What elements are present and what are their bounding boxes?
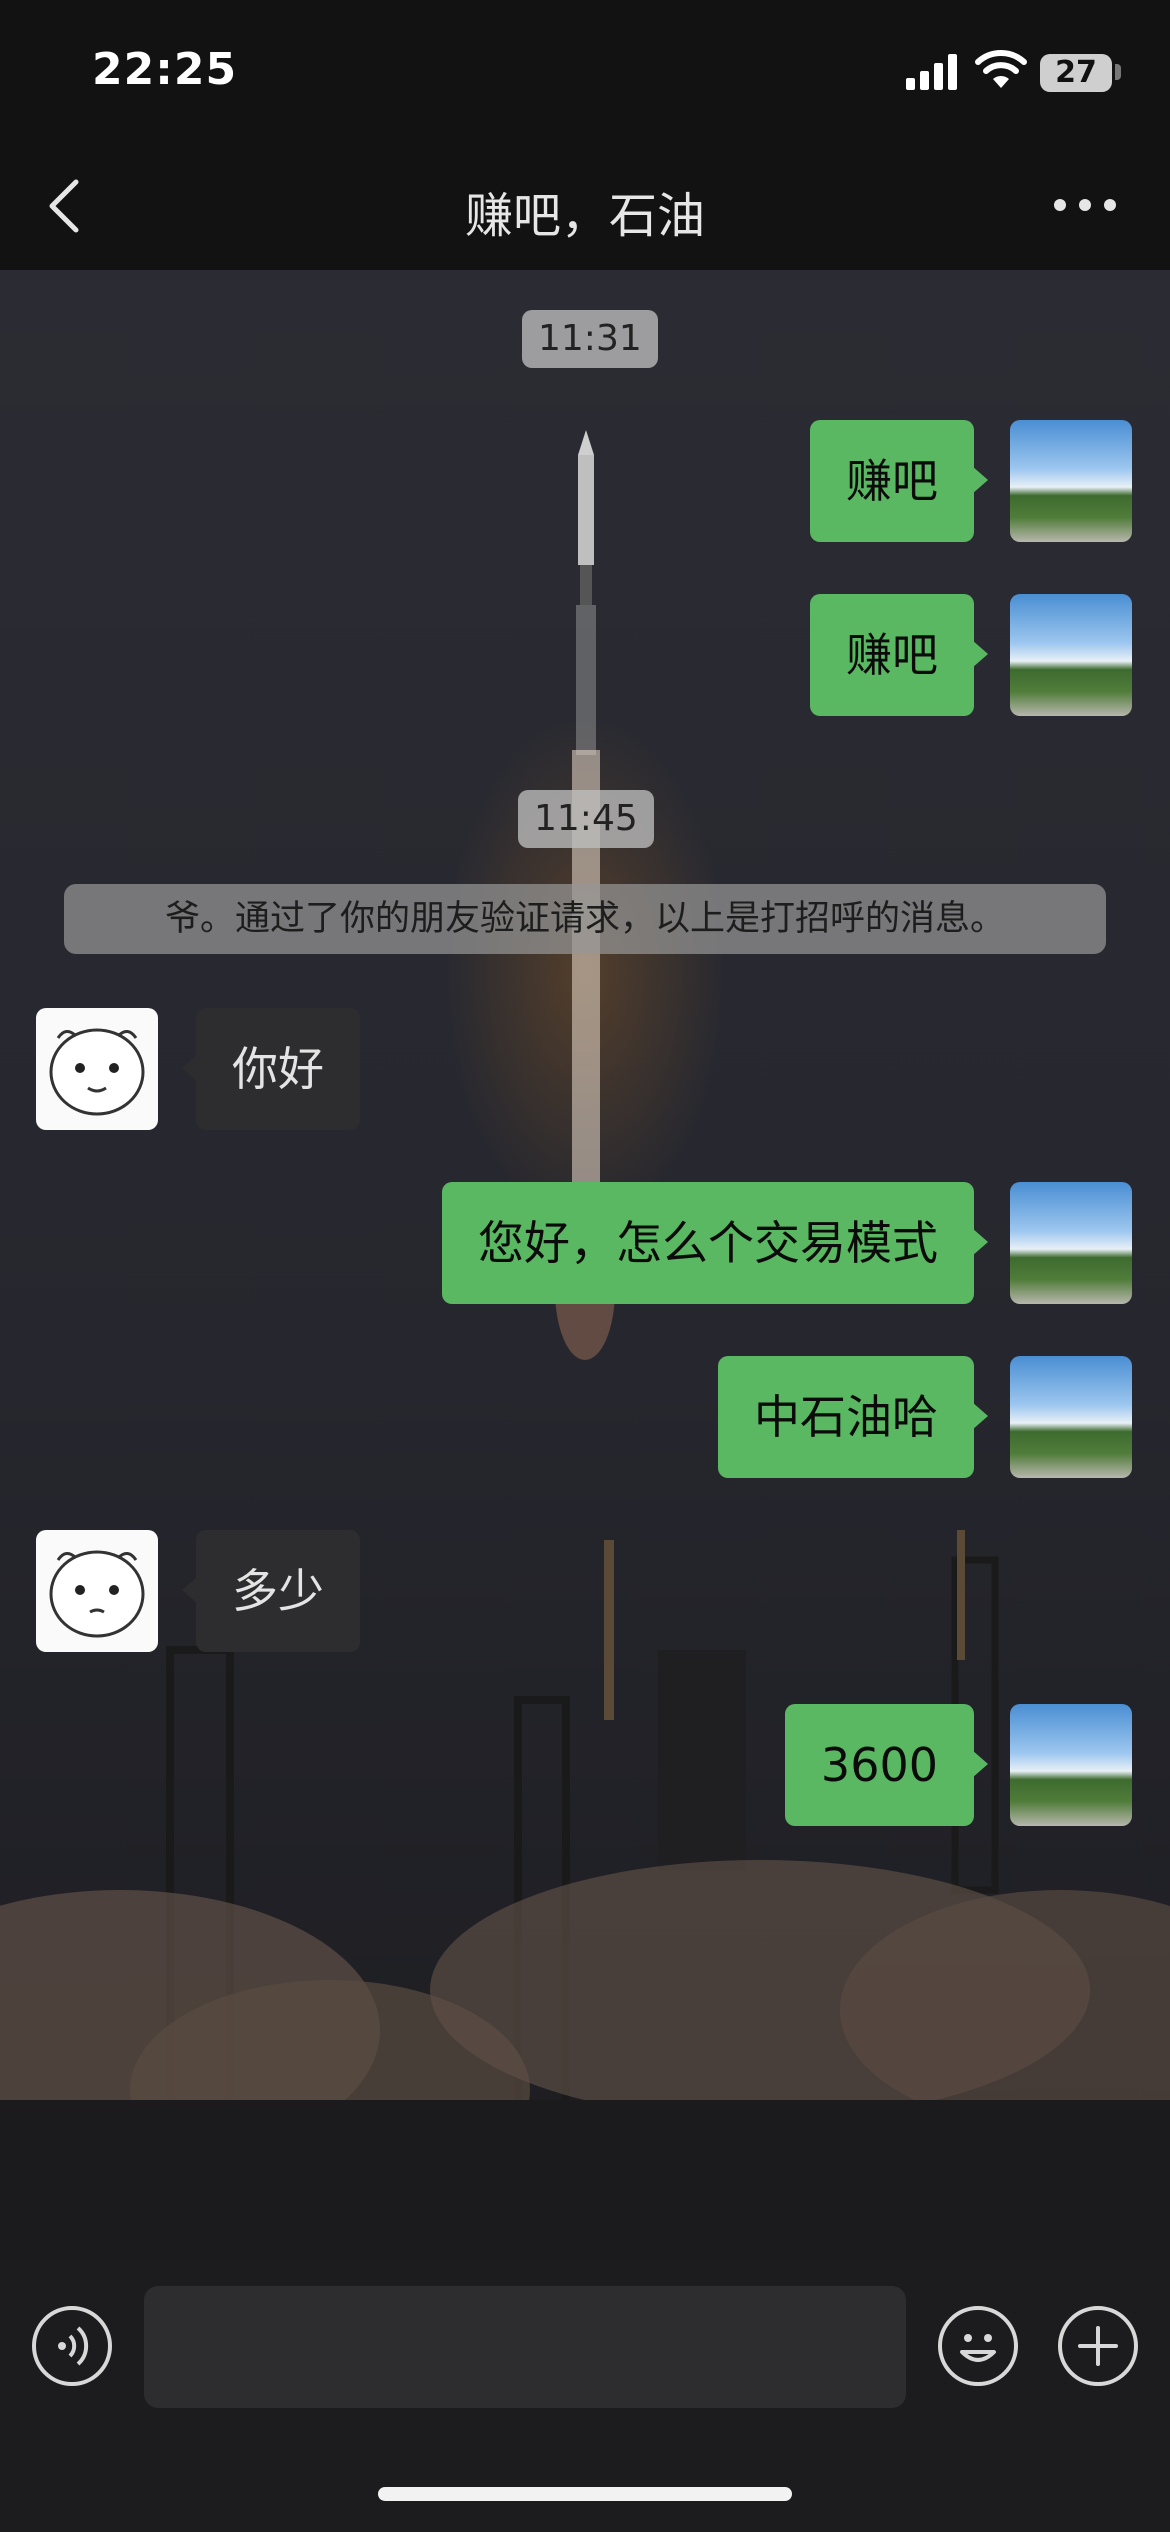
voice-wave-icon xyxy=(58,2326,89,2366)
outgoing-message[interactable]: 您好，怎么个交易模式 xyxy=(442,1182,988,1304)
more-options-icon[interactable] xyxy=(1050,190,1120,220)
cellular-signal-icon xyxy=(906,54,957,90)
my-avatar[interactable] xyxy=(1010,1182,1132,1304)
status-bar: 22:25 27 xyxy=(0,0,1170,140)
cartoon-face-icon xyxy=(49,1550,145,1638)
wifi-icon xyxy=(975,50,1027,88)
outgoing-message[interactable]: 3600 xyxy=(784,1704,989,1826)
outgoing-message[interactable]: 中石油哈 xyxy=(718,1356,988,1478)
my-avatar[interactable] xyxy=(1010,594,1132,716)
voice-input-button[interactable] xyxy=(32,2306,112,2386)
contact-avatar[interactable] xyxy=(36,1530,158,1652)
chat-header: 赚吧，石油 xyxy=(0,140,1170,270)
chat-title: 赚吧，石油 xyxy=(464,188,705,244)
incoming-message[interactable]: 你好 xyxy=(182,1008,360,1130)
status-time: 22:25 xyxy=(92,44,238,95)
contact-avatar[interactable] xyxy=(36,1008,158,1130)
message-input[interactable] xyxy=(144,2286,906,2408)
my-avatar[interactable] xyxy=(1010,1356,1132,1478)
smiley-icon xyxy=(960,2334,996,2362)
incoming-message[interactable]: 多少 xyxy=(182,1530,360,1652)
home-indicator[interactable] xyxy=(378,2487,792,2501)
outgoing-message[interactable]: 赚吧 xyxy=(810,420,988,542)
battery-icon: 27 xyxy=(1040,54,1112,92)
message-timestamp: 11:45 xyxy=(518,790,654,848)
battery-tip xyxy=(1115,64,1121,80)
system-notice: 爷。通过了你的朋友验证请求，以上是打招呼的消息。 xyxy=(64,884,1106,954)
emoji-button[interactable] xyxy=(938,2306,1018,2386)
plus-icon xyxy=(1078,2326,1118,2366)
my-avatar[interactable] xyxy=(1010,1704,1132,1826)
more-functions-button[interactable] xyxy=(1058,2306,1138,2386)
cartoon-face-icon xyxy=(49,1028,145,1116)
message-timestamp: 11:31 xyxy=(522,310,658,368)
my-avatar[interactable] xyxy=(1010,420,1132,542)
outgoing-message[interactable]: 赚吧 xyxy=(810,594,988,716)
